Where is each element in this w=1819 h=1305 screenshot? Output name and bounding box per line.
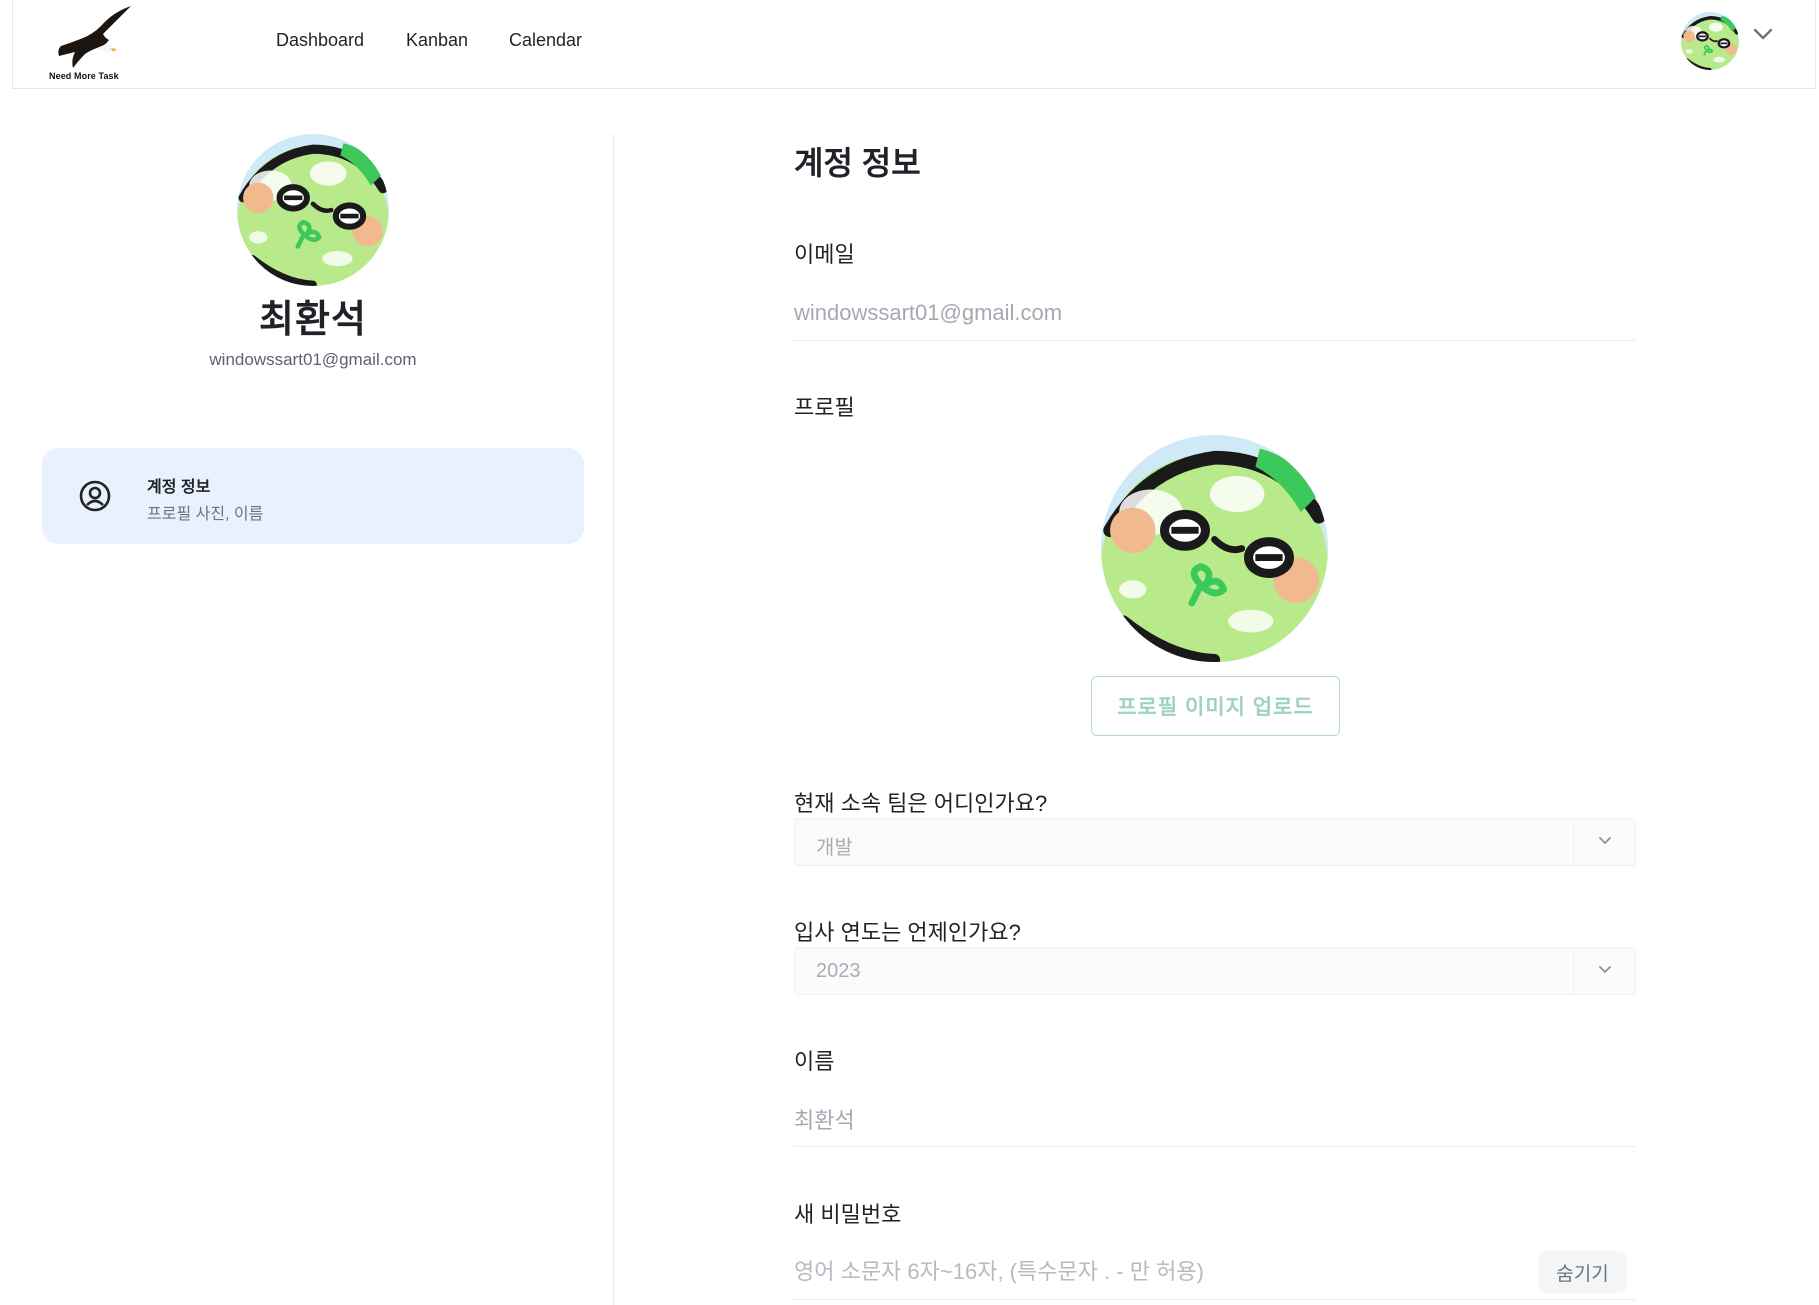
join-year-select-value: 2023 [816,960,861,982]
sidebar-item-title: 계정 정보 [147,479,211,496]
upload-profile-image-button[interactable]: 프로필 이미지 업로드 [1091,676,1340,736]
chevron-down-icon [1599,966,1611,973]
new-password-label: 새 비밀번호 [794,1202,902,1227]
email-field[interactable] [794,298,1636,341]
password-visibility-toggle[interactable]: 숨기기 [1538,1251,1627,1293]
name-field[interactable] [794,1104,1636,1147]
team-label: 현재 소속 팀은 어디인가요? [794,791,1048,816]
logo-text: Need More Task [49,71,119,81]
nav-calendar[interactable]: Calendar [509,30,582,51]
new-password-field[interactable] [794,1256,1636,1300]
app-logo[interactable]: Need More Task [47,4,137,84]
team-select-toggle[interactable] [1573,819,1635,865]
eagle-icon [58,6,132,68]
user-circle-icon [79,480,111,512]
join-year-label: 입사 연도는 언제인가요? [794,920,1021,945]
name-label: 이름 [794,1049,835,1074]
profile-avatar [237,134,389,286]
nav-dashboard[interactable]: Dashboard [276,30,364,51]
team-select[interactable]: 개발 [794,818,1636,866]
profile-user-name: 최환석 [259,299,367,341]
team-select-value: 개발 [816,837,853,859]
page-title: 계정 정보 [794,145,921,181]
sidebar-item-subtitle: 프로필 사진, 이름 [147,506,264,523]
sidebar-item-account-info[interactable]: 계정 정보 프로필 사진, 이름 [42,448,584,544]
profile-image-preview [1101,435,1328,662]
chevron-down-icon [1599,837,1611,844]
chevron-down-icon[interactable] [1753,28,1773,40]
nav-kanban[interactable]: Kanban [406,30,468,51]
profile-label: 프로필 [794,395,855,420]
top-navbar: Need More Task Dashboard Kanban Calendar [12,0,1816,89]
join-year-select[interactable]: 2023 [794,947,1636,995]
profile-user-email: windowssart01@gmail.com [209,350,417,369]
vertical-divider [613,134,614,1305]
header-user-avatar[interactable] [1681,12,1739,70]
join-year-select-toggle[interactable] [1573,948,1635,994]
email-label: 이메일 [794,242,855,267]
